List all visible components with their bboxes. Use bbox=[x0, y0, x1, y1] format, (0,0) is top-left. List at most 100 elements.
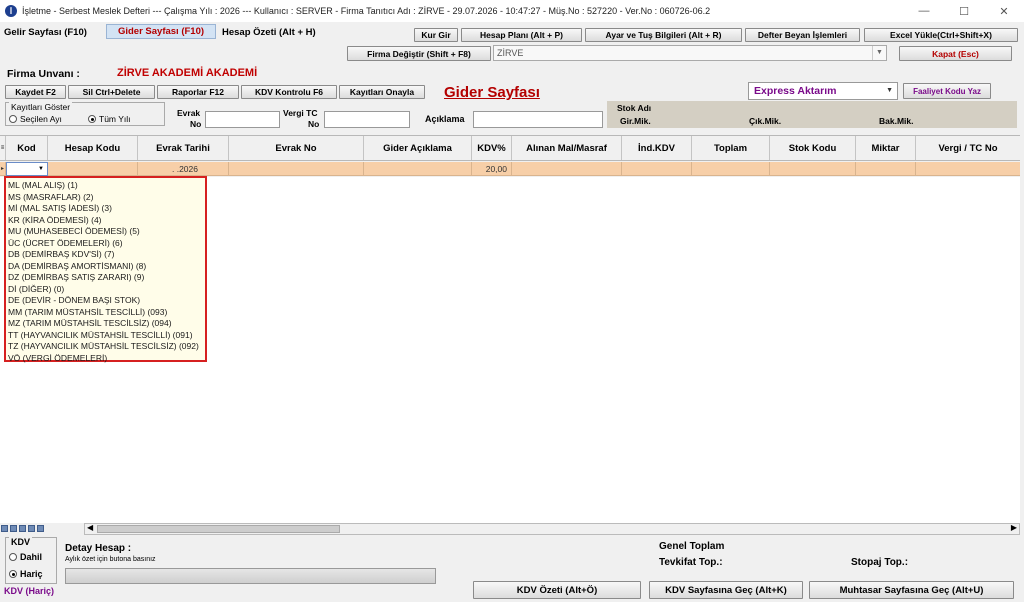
column-header[interactable]: Stok Kodu bbox=[770, 136, 856, 160]
hesap-plani-button[interactable]: Hesap Planı (Alt + P) bbox=[461, 28, 582, 42]
column-header[interactable]: Alınan Mal/Masraf bbox=[512, 136, 622, 160]
aylik-ozet-button[interactable] bbox=[65, 568, 436, 584]
column-header[interactable]: KDV% bbox=[472, 136, 512, 160]
evrak-tarihi-cell[interactable]: . .2026 bbox=[138, 162, 229, 175]
list-item[interactable]: VÖ (VERGİ ÖDEMELERİ) bbox=[8, 353, 205, 365]
ind-kdv-cell[interactable] bbox=[622, 162, 692, 175]
horizontal-scrollbar[interactable]: ◀ ▶ bbox=[84, 523, 1020, 535]
maximize-icon[interactable]: ☐ bbox=[944, 0, 984, 22]
chevron-down-icon[interactable]: ▼ bbox=[38, 166, 44, 172]
kdv-cell[interactable]: 20,00 bbox=[472, 162, 512, 175]
ayar-tus-button[interactable]: Ayar ve Tuş Bilgileri (Alt + R) bbox=[585, 28, 742, 42]
kdv-ozeti-button[interactable]: KDV Özeti (Alt+Ö) bbox=[473, 581, 641, 599]
list-item[interactable]: ML (MAL ALIŞ) (1) bbox=[8, 180, 205, 192]
kur-gir-button[interactable]: Kur Gir bbox=[414, 28, 458, 42]
column-header[interactable]: Toplam bbox=[692, 136, 770, 160]
sil-button[interactable]: Sil Ctrl+Delete bbox=[68, 85, 155, 99]
column-header[interactable]: Gider Açıklama bbox=[364, 136, 472, 160]
stok-adi-label: Stok Adı bbox=[617, 103, 652, 113]
print-icon[interactable] bbox=[37, 525, 44, 532]
window-title: İşletme - Serbest Meslek Defteri --- Çal… bbox=[22, 6, 711, 16]
vergi-tc-cell[interactable] bbox=[916, 162, 1020, 175]
kod-combo-cell[interactable]: ▼ bbox=[6, 162, 48, 176]
scroll-right-icon[interactable]: ▶ bbox=[1011, 523, 1017, 532]
scroll-left-icon[interactable]: ◀ bbox=[87, 523, 93, 532]
radio-icon bbox=[9, 553, 17, 561]
kaydet-button[interactable]: Kaydet F2 bbox=[5, 85, 66, 99]
express-aktarim-select[interactable]: Express Aktarım ▼ bbox=[748, 82, 898, 100]
eye-icon[interactable] bbox=[10, 525, 17, 532]
column-header[interactable]: Hesap Kodu bbox=[48, 136, 138, 160]
kdv-group: KDV Dahil Hariç bbox=[5, 537, 57, 584]
excel-yukle-button[interactable]: Excel Yükle(Ctrl+Shift+X) bbox=[864, 28, 1018, 42]
chevron-down-icon[interactable]: ▼ bbox=[872, 46, 886, 60]
detay-hesap-hint: Aylık özet için butona basınız bbox=[65, 556, 156, 563]
evrak-no-label-1: Evrak bbox=[177, 108, 201, 118]
list-item[interactable]: Dİ (DİĞER) (0) bbox=[8, 284, 205, 296]
kayitlari-goster-group: Kayıtları Göster Seçilen Ayı Tüm Yılı bbox=[5, 102, 165, 126]
muhtasar-sayfasina-gec-button[interactable]: Muhtasar Sayfasına Geç (Alt+U) bbox=[809, 581, 1014, 599]
list-item[interactable]: DA (DEMİRBAŞ AMORTİSMANI) (8) bbox=[8, 261, 205, 273]
kdv-group-label: KDV bbox=[9, 537, 33, 547]
haric-radio[interactable]: Hariç bbox=[9, 569, 43, 579]
kayitlari-onayla-button[interactable]: Kayıtları Onayla bbox=[339, 85, 425, 99]
list-item[interactable]: TT (HAYVANCILIK MÜSTAHSİL TESCİLLİ) (091… bbox=[8, 330, 205, 342]
copy-icon[interactable] bbox=[19, 525, 26, 532]
tab-gelir[interactable]: Gelir Sayfası (F10) bbox=[4, 27, 87, 38]
tab-hesap-ozeti[interactable]: Hesap Özeti (Alt + H) bbox=[222, 27, 316, 38]
genel-toplam-label: Genel Toplam bbox=[659, 541, 725, 552]
vergi-tc-label-1: Vergi TC bbox=[283, 108, 318, 118]
firma-degistir-button[interactable]: Firma Değiştir (Shift + F8) bbox=[347, 46, 491, 61]
miktar-cell[interactable] bbox=[856, 162, 916, 175]
column-header[interactable]: İnd.KDV bbox=[622, 136, 692, 160]
radio-icon bbox=[9, 115, 17, 123]
save-icon[interactable] bbox=[1, 525, 8, 532]
close-icon[interactable]: ✕ bbox=[984, 0, 1024, 22]
firma-name: ZİRVE AKADEMİ AKADEMİ bbox=[117, 67, 258, 79]
kdv-state-label: KDV (Hariç) bbox=[4, 586, 55, 596]
raporlar-button[interactable]: Raporlar F12 bbox=[157, 85, 239, 99]
list-item[interactable]: KR (KİRA ÖDEMESİ) (4) bbox=[8, 215, 205, 227]
cik-mik-label: Çık.Mik. bbox=[749, 116, 782, 126]
kod-dropdown-list[interactable]: ML (MAL ALIŞ) (1) MS (MASRAFLAR) (2) Mİ … bbox=[4, 176, 207, 365]
minimize-icon[interactable]: — bbox=[904, 0, 944, 22]
defter-beyan-button[interactable]: Defter Beyan İşlemleri bbox=[745, 28, 860, 42]
list-item[interactable]: MZ (TARIM MÜSTAHSİL TESCİLSİZ) (094) bbox=[8, 318, 205, 330]
radio-checked-icon bbox=[88, 115, 96, 123]
gider-aciklama-cell[interactable] bbox=[364, 162, 472, 175]
list-item[interactable]: MM (TARIM MÜSTAHSİL TESCİLLİ) (093) bbox=[8, 307, 205, 319]
vergi-tc-input[interactable] bbox=[324, 111, 410, 128]
list-item[interactable]: MU (MUHASEBECİ ÖDEMESİ) (5) bbox=[8, 226, 205, 238]
list-item[interactable]: DB (DEMİRBAŞ KDV'Sİ) (7) bbox=[8, 249, 205, 261]
list-item[interactable]: MS (MASRAFLAR) (2) bbox=[8, 192, 205, 204]
secilen-ay-radio[interactable]: Seçilen Ayı bbox=[9, 114, 62, 124]
evrak-no-cell[interactable] bbox=[229, 162, 364, 175]
toplam-cell[interactable] bbox=[692, 162, 770, 175]
column-header[interactable]: Evrak No bbox=[229, 136, 364, 160]
grid-icon[interactable] bbox=[28, 525, 35, 532]
faaliyet-kodu-button[interactable]: Faaliyet Kodu Yaz bbox=[903, 83, 991, 99]
firma-select[interactable]: ZİRVE ▼ bbox=[493, 45, 887, 61]
column-header[interactable]: Vergi / TC No bbox=[916, 136, 1020, 160]
list-item[interactable]: Mİ (MAL SATIŞ İADESİ) (3) bbox=[8, 203, 205, 215]
dahil-radio[interactable]: Dahil bbox=[9, 552, 42, 562]
tum-yili-radio[interactable]: Tüm Yılı bbox=[88, 114, 131, 124]
evrak-no-input[interactable] bbox=[205, 111, 280, 128]
kapat-button[interactable]: Kapat (Esc) bbox=[899, 46, 1012, 61]
kdv-kontrolu-button[interactable]: KDV Kontrolu F6 bbox=[241, 85, 337, 99]
table-row[interactable]: ▸ . .2026 20,00 bbox=[0, 162, 1020, 176]
list-item[interactable]: ÜC (ÜCRET ÖDEMELERİ) (6) bbox=[8, 238, 205, 250]
column-header[interactable]: Miktar bbox=[856, 136, 916, 160]
tab-gider[interactable]: Gider Sayfası (F10) bbox=[106, 24, 216, 39]
list-item[interactable]: DE (DEVİR - DÖNEM BAŞI STOK) bbox=[8, 295, 205, 307]
alinan-mal-cell[interactable] bbox=[512, 162, 622, 175]
scrollbar-thumb[interactable] bbox=[97, 525, 340, 533]
stok-kodu-cell[interactable] bbox=[770, 162, 856, 175]
list-item[interactable]: DZ (DEMİRBAŞ SATIŞ ZARARI) (9) bbox=[8, 272, 205, 284]
list-item[interactable]: TZ (HAYVANCILIK MÜSTAHSİL TESCİLSİZ) (09… bbox=[8, 341, 205, 353]
column-header[interactable]: Evrak Tarihi bbox=[138, 136, 229, 160]
column-header[interactable]: Kod bbox=[6, 136, 48, 160]
hesap-kodu-cell[interactable] bbox=[48, 162, 138, 175]
aciklama-input[interactable] bbox=[473, 111, 603, 128]
kdv-sayfasina-gec-button[interactable]: KDV Sayfasına Geç (Alt+K) bbox=[649, 581, 803, 599]
